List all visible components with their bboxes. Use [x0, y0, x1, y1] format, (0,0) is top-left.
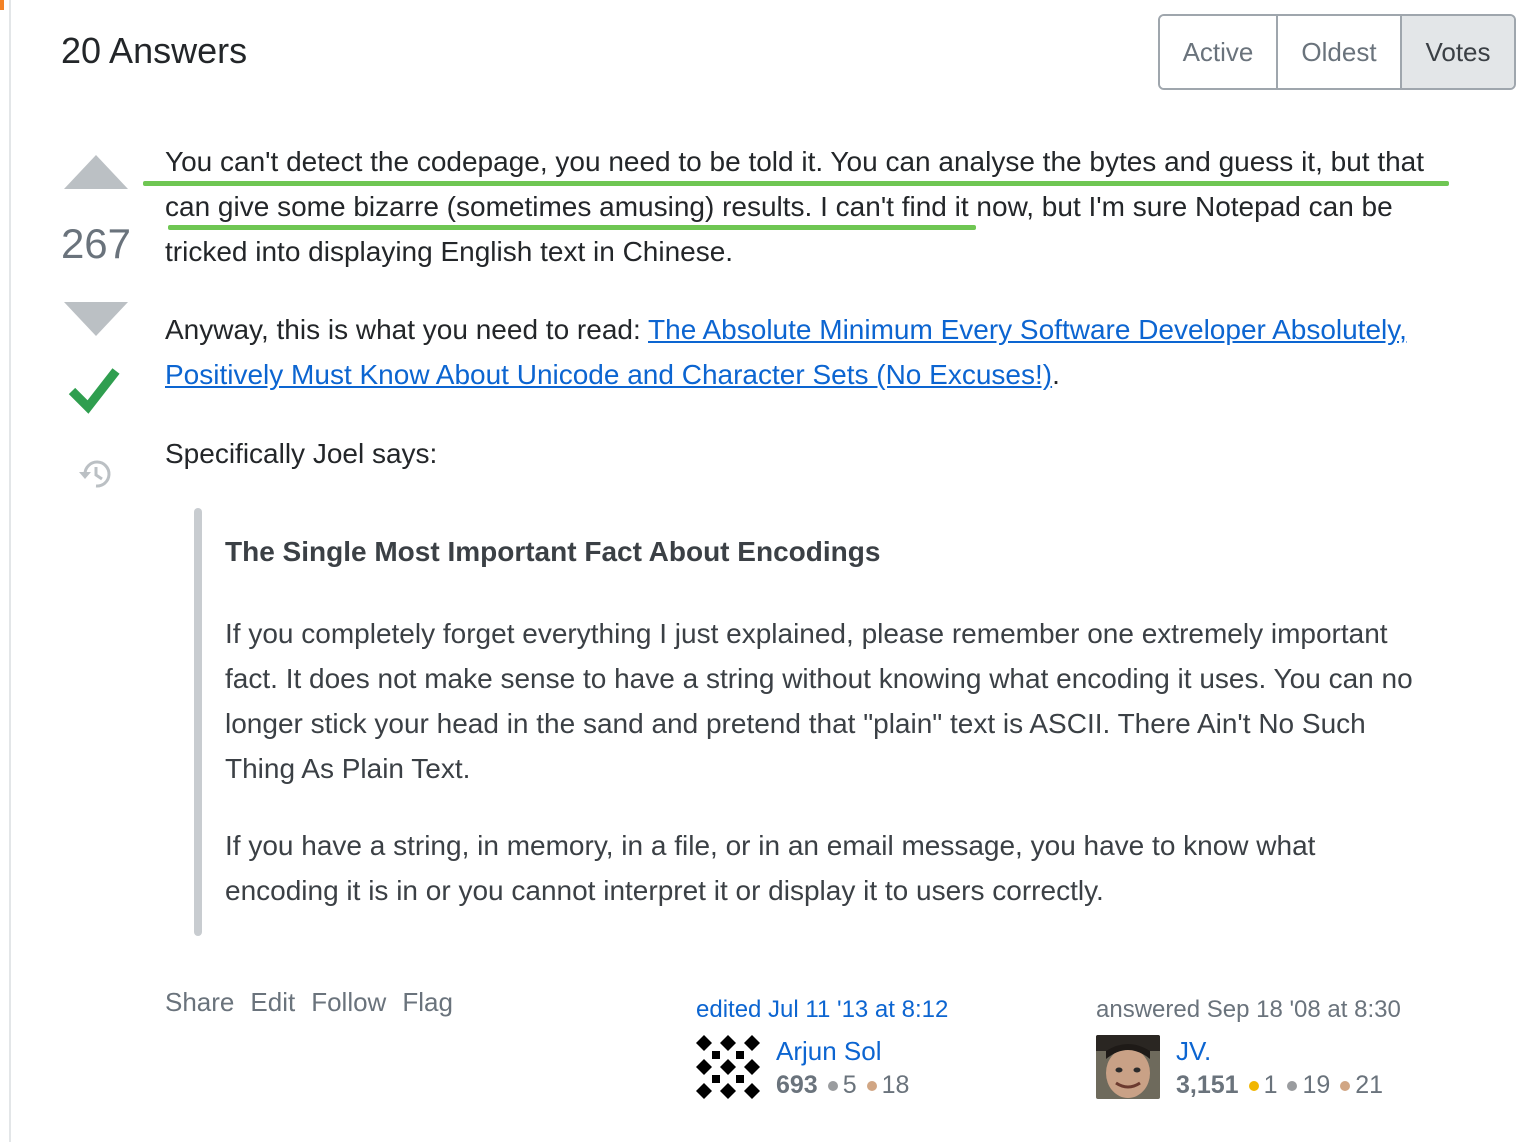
history-icon[interactable]	[77, 455, 115, 493]
bronze-badge-count: 21	[1355, 1071, 1384, 1099]
blockquote-heading: The Single Most Important Fact About Enc…	[225, 536, 881, 567]
vote-count: 267	[60, 220, 132, 267]
vote-up-icon[interactable]	[64, 155, 128, 189]
reputation-score: 3,151	[1176, 1071, 1239, 1099]
author-name-link[interactable]: JV.	[1176, 1036, 1211, 1067]
gold-badge-icon	[1248, 1080, 1259, 1091]
vote-down-icon[interactable]	[64, 302, 128, 336]
answer-paragraph-with-link: Anyway, this is what you need to read: T…	[165, 307, 1465, 397]
bronze-badge-icon	[866, 1080, 877, 1091]
silver-badges: 5	[827, 1071, 857, 1100]
answered-timestamp: answered Sep 18 '08 at 8:30	[1096, 996, 1401, 1023]
flag-link[interactable]: Flag	[402, 987, 453, 1018]
author-stats: 3,151 1 19 21	[1176, 1071, 1393, 1100]
blockquote-paragraph: If you have a string, in memory, in a fi…	[225, 830, 1316, 906]
silver-badge-count: 5	[842, 1071, 857, 1099]
answers-count-title: 20 Answers	[61, 30, 248, 71]
bronze-badge-icon	[1340, 1080, 1351, 1091]
edited-timestamp-link[interactable]: edited Jul 11 '13 at 8:12	[696, 996, 948, 1024]
post-menu: Share Edit Follow Flag	[165, 987, 453, 1018]
user-photo-avatar[interactable]	[1096, 1035, 1160, 1099]
accepted-check-icon	[68, 368, 120, 414]
blockquote-bar	[194, 508, 202, 936]
answer-paragraph: You can't detect the codepage, you need …	[165, 146, 1425, 267]
share-link[interactable]: Share	[165, 987, 234, 1018]
sort-tabs: Active Oldest Votes	[1158, 14, 1516, 90]
silver-badge-count: 19	[1302, 1071, 1331, 1099]
gold-badge-count: 1	[1263, 1071, 1278, 1099]
blockquote-paragraph: If you completely forget everything I ju…	[225, 618, 1413, 784]
paragraph-text: .	[1052, 359, 1060, 390]
sort-tab-active[interactable]: Active	[1160, 16, 1278, 88]
paragraph-text: Anyway, this is what you need to read:	[165, 314, 649, 345]
edit-link[interactable]: Edit	[250, 987, 295, 1018]
reputation-score: 693	[776, 1071, 818, 1099]
silver-badges: 19	[1287, 1071, 1330, 1100]
bronze-badges: 18	[866, 1071, 910, 1100]
follow-link[interactable]: Follow	[311, 987, 386, 1018]
silver-badge-icon	[1287, 1080, 1298, 1091]
identicon-avatar[interactable]	[696, 1035, 760, 1099]
editor-stats: 693 5 18	[776, 1071, 919, 1100]
editor-name-link[interactable]: Arjun Sol	[776, 1036, 882, 1067]
silver-badge-icon	[827, 1080, 838, 1091]
sort-tab-votes[interactable]: Votes	[1402, 16, 1514, 88]
answer-paragraph: Specifically Joel says:	[165, 438, 438, 469]
left-border	[9, 0, 11, 1142]
bronze-badges: 21	[1340, 1071, 1383, 1100]
left-accent-mark	[0, 0, 4, 10]
bronze-badge-count: 18	[881, 1071, 910, 1099]
gold-badges: 1	[1248, 1071, 1278, 1100]
sort-tab-oldest[interactable]: Oldest	[1278, 16, 1402, 88]
